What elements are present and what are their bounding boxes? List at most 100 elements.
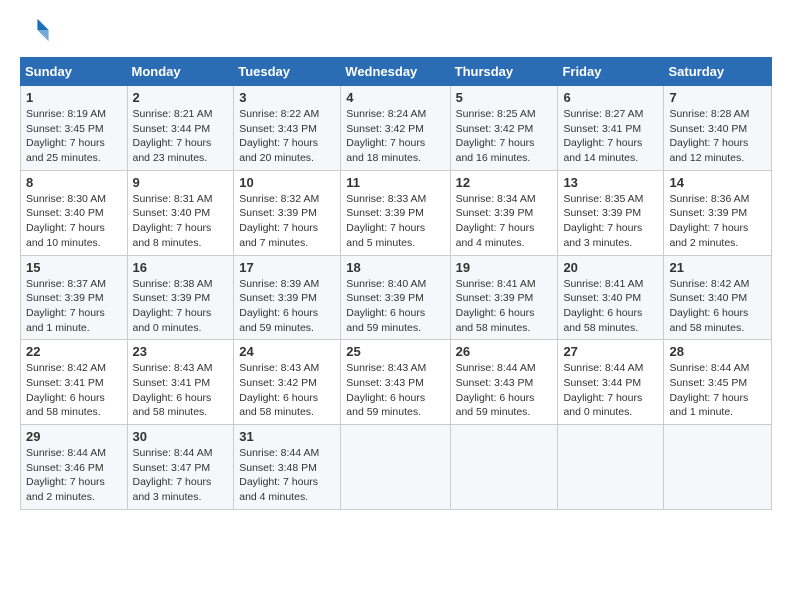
calendar-cell: 12 Sunrise: 8:34 AM Sunset: 3:39 PM Dayli… — [450, 170, 558, 255]
calendar-cell: 6 Sunrise: 8:27 AM Sunset: 3:41 PM Daylig… — [558, 86, 664, 171]
day-number: 27 — [563, 344, 658, 359]
calendar-cell: 27 Sunrise: 8:44 AM Sunset: 3:44 PM Dayli… — [558, 340, 664, 425]
cell-info: Sunrise: 8:30 AM Sunset: 3:40 PM Dayligh… — [26, 192, 122, 251]
cell-info: Sunrise: 8:44 AM Sunset: 3:43 PM Dayligh… — [456, 361, 553, 420]
calendar-cell: 22Sunrise: 8:42 AM Sunset: 3:41 PM Dayli… — [21, 340, 128, 425]
cell-info: Sunrise: 8:44 AM Sunset: 3:45 PM Dayligh… — [669, 361, 766, 420]
cell-info: Sunrise: 8:43 AM Sunset: 3:41 PM Dayligh… — [133, 361, 229, 420]
calendar-cell: 15 Sunrise: 8:37 AM Sunset: 3:39 PM Dayli… — [21, 255, 128, 340]
cell-info: Sunrise: 8:41 AM Sunset: 3:40 PM Dayligh… — [563, 277, 658, 336]
calendar-cell: 28 Sunrise: 8:44 AM Sunset: 3:45 PM Dayli… — [664, 340, 772, 425]
calendar-cell: 1Sunrise: 8:19 AM Sunset: 3:45 PM Daylig… — [21, 86, 128, 171]
cell-info: Sunrise: 8:35 AM Sunset: 3:39 PM Dayligh… — [563, 192, 658, 251]
calendar-cell: 10 Sunrise: 8:32 AM Sunset: 3:39 PM Dayli… — [234, 170, 341, 255]
col-header-thursday: Thursday — [450, 58, 558, 86]
cell-info: Sunrise: 8:34 AM Sunset: 3:39 PM Dayligh… — [456, 192, 553, 251]
calendar-cell: 18 Sunrise: 8:40 AM Sunset: 3:39 PM Dayli… — [341, 255, 450, 340]
calendar-cell: 13 Sunrise: 8:35 AM Sunset: 3:39 PM Dayli… — [558, 170, 664, 255]
calendar-cell: 31 Sunrise: 8:44 AM Sunset: 3:48 PM Dayli… — [234, 425, 341, 510]
day-number: 12 — [456, 175, 553, 190]
calendar-cell: 29 Sunrise: 8:44 AM Sunset: 3:46 PM Dayli… — [21, 425, 128, 510]
cell-info: Sunrise: 8:43 AM Sunset: 3:43 PM Dayligh… — [346, 361, 444, 420]
col-header-sunday: Sunday — [21, 58, 128, 86]
cell-info: Sunrise: 8:44 AM Sunset: 3:48 PM Dayligh… — [239, 446, 335, 505]
cell-info: Sunrise: 8:25 AM Sunset: 3:42 PM Dayligh… — [456, 107, 553, 166]
calendar-cell: 19 Sunrise: 8:41 AM Sunset: 3:39 PM Dayli… — [450, 255, 558, 340]
day-number: 3 — [239, 90, 335, 105]
cell-info: Sunrise: 8:40 AM Sunset: 3:39 PM Dayligh… — [346, 277, 444, 336]
day-number: 11 — [346, 175, 444, 190]
cell-info: Sunrise: 8:44 AM Sunset: 3:46 PM Dayligh… — [26, 446, 122, 505]
cell-info: Sunrise: 8:33 AM Sunset: 3:39 PM Dayligh… — [346, 192, 444, 251]
cell-info: Sunrise: 8:42 AM Sunset: 3:40 PM Dayligh… — [669, 277, 766, 336]
day-number: 17 — [239, 260, 335, 275]
calendar-cell: 5Sunrise: 8:25 AM Sunset: 3:42 PM Daylig… — [450, 86, 558, 171]
cell-info: Sunrise: 8:36 AM Sunset: 3:39 PM Dayligh… — [669, 192, 766, 251]
calendar-week-5: 29 Sunrise: 8:44 AM Sunset: 3:46 PM Dayli… — [21, 425, 772, 510]
cell-info: Sunrise: 8:37 AM Sunset: 3:39 PM Dayligh… — [26, 277, 122, 336]
calendar-cell — [450, 425, 558, 510]
cell-info: Sunrise: 8:27 AM Sunset: 3:41 PM Dayligh… — [563, 107, 658, 166]
cell-info: Sunrise: 8:24 AM Sunset: 3:42 PM Dayligh… — [346, 107, 444, 166]
calendar-cell: 21 Sunrise: 8:42 AM Sunset: 3:40 PM Dayli… — [664, 255, 772, 340]
cell-info: Sunrise: 8:41 AM Sunset: 3:39 PM Dayligh… — [456, 277, 553, 336]
day-number: 9 — [133, 175, 229, 190]
calendar-cell: 26 Sunrise: 8:44 AM Sunset: 3:43 PM Dayli… — [450, 340, 558, 425]
page: SundayMondayTuesdayWednesdayThursdayFrid… — [0, 0, 792, 612]
day-number: 10 — [239, 175, 335, 190]
cell-info: Sunrise: 8:32 AM Sunset: 3:39 PM Dayligh… — [239, 192, 335, 251]
calendar-cell: 8 Sunrise: 8:30 AM Sunset: 3:40 PM Daylig… — [21, 170, 128, 255]
cell-info: Sunrise: 8:44 AM Sunset: 3:44 PM Dayligh… — [563, 361, 658, 420]
calendar-cell: 11 Sunrise: 8:33 AM Sunset: 3:39 PM Dayli… — [341, 170, 450, 255]
day-number: 8 — [26, 175, 122, 190]
cell-info: Sunrise: 8:22 AM Sunset: 3:43 PM Dayligh… — [239, 107, 335, 166]
calendar-week-4: 22Sunrise: 8:42 AM Sunset: 3:41 PM Dayli… — [21, 340, 772, 425]
day-number: 2 — [133, 90, 229, 105]
header — [20, 16, 772, 49]
col-header-monday: Monday — [127, 58, 234, 86]
cell-info: Sunrise: 8:39 AM Sunset: 3:39 PM Dayligh… — [239, 277, 335, 336]
day-number: 31 — [239, 429, 335, 444]
day-number: 23 — [133, 344, 229, 359]
calendar-cell — [558, 425, 664, 510]
calendar-cell: 25Sunrise: 8:43 AM Sunset: 3:43 PM Dayli… — [341, 340, 450, 425]
calendar-cell: 3 Sunrise: 8:22 AM Sunset: 3:43 PM Daylig… — [234, 86, 341, 171]
calendar-cell: 4Sunrise: 8:24 AM Sunset: 3:42 PM Daylig… — [341, 86, 450, 171]
cell-info: Sunrise: 8:42 AM Sunset: 3:41 PM Dayligh… — [26, 361, 122, 420]
cell-info: Sunrise: 8:21 AM Sunset: 3:44 PM Dayligh… — [133, 107, 229, 166]
day-number: 29 — [26, 429, 122, 444]
calendar-cell: 20 Sunrise: 8:41 AM Sunset: 3:40 PM Dayli… — [558, 255, 664, 340]
col-header-wednesday: Wednesday — [341, 58, 450, 86]
cell-info: Sunrise: 8:44 AM Sunset: 3:47 PM Dayligh… — [133, 446, 229, 505]
calendar-header-row: SundayMondayTuesdayWednesdayThursdayFrid… — [21, 58, 772, 86]
day-number: 20 — [563, 260, 658, 275]
day-number: 14 — [669, 175, 766, 190]
day-number: 7 — [669, 90, 766, 105]
calendar-cell: 16 Sunrise: 8:38 AM Sunset: 3:39 PM Dayli… — [127, 255, 234, 340]
day-number: 6 — [563, 90, 658, 105]
col-header-friday: Friday — [558, 58, 664, 86]
day-number: 1 — [26, 90, 122, 105]
calendar-cell: 14 Sunrise: 8:36 AM Sunset: 3:39 PM Dayli… — [664, 170, 772, 255]
calendar-cell: 30Sunrise: 8:44 AM Sunset: 3:47 PM Dayli… — [127, 425, 234, 510]
calendar-table: SundayMondayTuesdayWednesdayThursdayFrid… — [20, 57, 772, 510]
day-number: 28 — [669, 344, 766, 359]
day-number: 21 — [669, 260, 766, 275]
calendar-week-1: 1Sunrise: 8:19 AM Sunset: 3:45 PM Daylig… — [21, 86, 772, 171]
cell-info: Sunrise: 8:38 AM Sunset: 3:39 PM Dayligh… — [133, 277, 229, 336]
day-number: 19 — [456, 260, 553, 275]
day-number: 13 — [563, 175, 658, 190]
logo — [20, 16, 50, 49]
day-number: 26 — [456, 344, 553, 359]
day-number: 16 — [133, 260, 229, 275]
day-number: 15 — [26, 260, 122, 275]
col-header-tuesday: Tuesday — [234, 58, 341, 86]
calendar-cell: 24Sunrise: 8:43 AM Sunset: 3:42 PM Dayli… — [234, 340, 341, 425]
day-number: 24 — [239, 344, 335, 359]
calendar-cell: 23 Sunrise: 8:43 AM Sunset: 3:41 PM Dayli… — [127, 340, 234, 425]
day-number: 18 — [346, 260, 444, 275]
calendar-cell: 7Sunrise: 8:28 AM Sunset: 3:40 PM Daylig… — [664, 86, 772, 171]
calendar-cell — [664, 425, 772, 510]
calendar-week-3: 15 Sunrise: 8:37 AM Sunset: 3:39 PM Dayli… — [21, 255, 772, 340]
cell-info: Sunrise: 8:31 AM Sunset: 3:40 PM Dayligh… — [133, 192, 229, 251]
